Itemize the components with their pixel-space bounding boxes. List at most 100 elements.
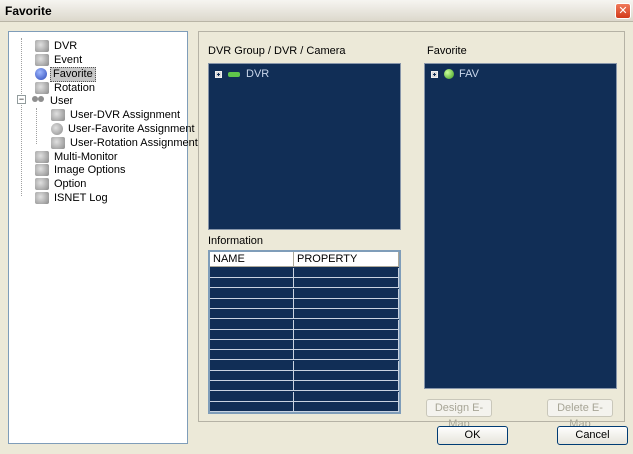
table-cell [210,319,294,330]
column-header-property[interactable]: PROPERTY [294,252,399,267]
settings-tree[interactable]: − DVR Event Favorite Rotation User User-… [8,31,198,444]
dvr-root-label: DVR [246,68,270,80]
tree-item-label: Image Options [54,163,126,176]
dvr-icon [35,40,49,52]
tree-item-label: DVR [54,39,78,52]
table-cell [294,401,399,412]
tree-item-label: User-DVR Assignment [70,108,181,121]
table-row[interactable] [210,381,399,392]
dvr-root-node[interactable]: DVR [215,68,269,80]
tree-item-image-options[interactable]: Image Options [35,163,128,177]
user-expander-icon[interactable]: − [17,95,26,104]
table-row[interactable] [210,329,399,340]
option-icon [35,178,49,190]
dvr-panel-label: DVR Group / DVR / Camera [208,45,346,57]
tree-item-label: Favorite [50,66,96,82]
table-cell [294,371,399,381]
ok-button[interactable]: OK [437,426,508,445]
dvr-icon [228,71,240,77]
table-row[interactable] [210,401,399,412]
tree-item-dvr[interactable]: DVR [35,39,79,53]
tree-item-label: Option [54,177,87,190]
tree-item-user-favorite-assignment[interactable]: User-Favorite Assignment [51,122,197,136]
tree-item-favorite[interactable]: Favorite [35,66,96,82]
table-row[interactable] [210,391,399,402]
table-cell [294,298,399,309]
column-header-name[interactable]: NAME [210,252,294,267]
table-cell [210,268,294,278]
table-cell [210,309,294,320]
tree-item-event[interactable]: Event [35,53,84,67]
table-row[interactable] [210,340,399,351]
information-table[interactable]: NAME PROPERTY [208,250,401,414]
table-cell [294,268,399,278]
table-cell [294,360,399,371]
rotation-assign-icon [51,137,65,149]
tree-item-label: Multi-Monitor [54,150,118,163]
users-icon [31,95,45,107]
tree-item-label: User-Favorite Assignment [68,122,195,135]
design-emap-button[interactable]: Design E-Map [426,399,492,430]
tree-item-label: User [50,94,74,107]
table-cell [294,340,399,351]
fav-root-label: FAV [459,68,479,80]
tree-line [36,108,37,144]
table-row[interactable] [210,371,399,381]
tree-item-rotation[interactable]: Rotation [35,81,97,95]
tree-item-user-rotation-assignment[interactable]: User-Rotation Assignment [51,136,200,150]
table-row[interactable] [210,319,399,330]
table-cell [210,391,294,402]
table-cell [294,288,399,299]
table-cell [210,278,294,289]
cancel-button[interactable]: Cancel [557,426,628,445]
tree-line [21,38,22,196]
information-table-header: NAME PROPERTY [210,252,399,267]
table-row[interactable] [210,278,399,289]
close-icon[interactable]: ✕ [615,3,631,19]
table-row[interactable] [210,309,399,320]
tree-item-label: ISNET Log [54,191,108,204]
table-row[interactable] [210,298,399,309]
tree-item-multi-monitor[interactable]: Multi-Monitor [35,150,120,164]
fav-root-node[interactable]: FAV [431,68,479,80]
globe-icon [35,68,47,80]
table-cell [210,360,294,371]
table-cell [294,309,399,320]
table-cell [210,381,294,392]
log-icon [35,192,49,204]
image-options-icon [35,164,49,176]
tree-item-option[interactable]: Option [35,177,88,191]
expand-plus-icon[interactable] [431,70,438,78]
table-cell [294,391,399,402]
delete-emap-button[interactable]: Delete E-Map [547,399,613,430]
table-cell [210,329,294,340]
globe-icon [444,69,454,79]
tree-item-label: Rotation [54,81,95,94]
table-row[interactable] [210,288,399,299]
table-row[interactable] [210,268,399,278]
tree-item-user-dvr-assignment[interactable]: User-DVR Assignment [51,108,182,122]
tree-item-isnet-log[interactable]: ISNET Log [35,191,110,205]
table-cell [294,350,399,361]
dvr-tree-panel[interactable]: DVR [208,63,401,230]
event-icon [35,54,49,66]
window-title: Favorite [5,4,52,18]
table-cell [210,288,294,299]
table-cell [294,329,399,340]
title-bar[interactable]: Favorite ✕ [0,0,633,22]
table-cell [210,401,294,412]
tree-item-user[interactable]: User [31,94,75,108]
dvr-assign-icon [51,109,65,121]
information-label: Information [208,235,264,247]
table-cell [210,371,294,381]
favorite-panel-label: Favorite [427,45,467,57]
expand-plus-icon[interactable] [215,70,222,78]
table-row[interactable] [210,350,399,361]
table-row[interactable] [210,360,399,371]
favorite-tree-panel[interactable]: FAV [424,63,617,389]
favorite-assign-icon [51,123,63,135]
table-cell [294,381,399,392]
favorite-dialog: Favorite ✕ − DVR Event Favorite Rotation… [0,0,633,454]
table-cell [210,350,294,361]
tree-item-label: User-Rotation Assignment [70,136,198,149]
